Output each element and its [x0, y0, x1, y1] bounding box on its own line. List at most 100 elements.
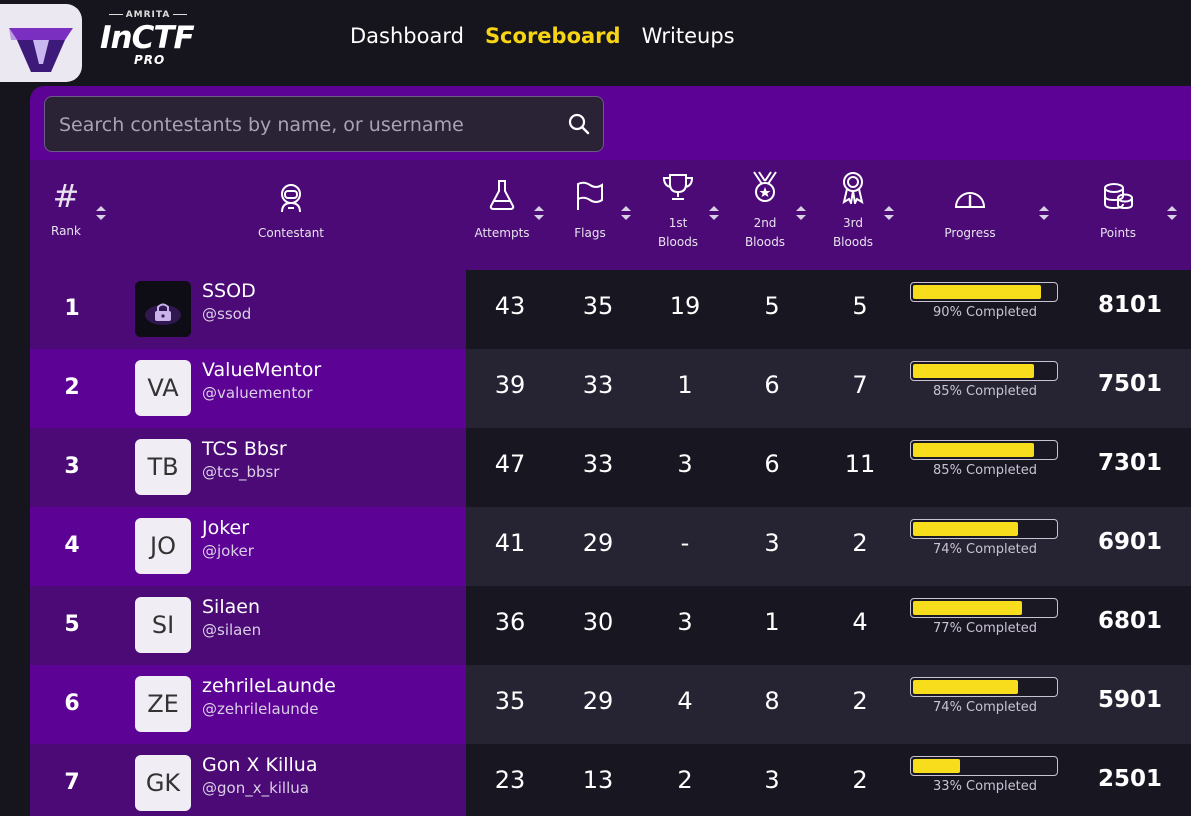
contestant-name[interactable]: Joker	[202, 517, 249, 539]
column-first-bloods-label1: 1st	[668, 216, 688, 230]
column-points-label: Points	[1099, 226, 1137, 240]
coins-icon	[1104, 183, 1133, 210]
column-second-bloods-label2: Bloods	[744, 235, 786, 249]
nav-scoreboard[interactable]: Scoreboard	[485, 24, 621, 48]
contestant-name[interactable]: Silaen	[202, 596, 260, 618]
table-header: # Rank Contestant Attempts Flags 1st Blo…	[30, 160, 1191, 270]
table-row[interactable]: 3 TB TCS Bbsr @tcs_bbsr 47 33 3 6 11 85% Complete…	[30, 428, 1191, 507]
scoreboard-panel: # Rank Contestant Attempts	[30, 86, 1191, 816]
third-value: 2	[852, 687, 868, 715]
third-value: 4	[852, 608, 868, 636]
column-first-bloods[interactable]: 1st Bloods	[648, 160, 708, 270]
rank-value: 2	[64, 375, 80, 400]
avatar[interactable]	[135, 281, 191, 337]
progress-bar-fill	[913, 522, 1018, 536]
flags-value: 33	[582, 371, 614, 399]
points-value: 6801	[1097, 608, 1162, 634]
contestant-name[interactable]: TCS Bbsr	[202, 438, 287, 460]
contestant-username: @gon_x_killua	[202, 779, 309, 797]
rank-hash-icon: #	[52, 177, 80, 215]
flags-value: 30	[582, 608, 614, 636]
progress-bar	[910, 756, 1058, 776]
sort-rank-icon[interactable]	[95, 204, 107, 222]
progress-bar	[910, 598, 1058, 618]
brand-pro: PRO	[134, 53, 166, 67]
avatar[interactable]: SI	[135, 597, 191, 653]
progress-text: 85% Completed	[933, 463, 1037, 478]
progress-text: 77% Completed	[933, 621, 1037, 636]
sort-flags-icon[interactable]	[620, 204, 632, 222]
contestant-username: @tcs_bbsr	[202, 463, 280, 481]
column-first-bloods-label2: Bloods	[657, 235, 699, 249]
table-row[interactable]: 2 VA ValueMentor @valuementor 39 33 1 6 7 85% Com…	[30, 349, 1191, 428]
flags-value: 13	[582, 766, 614, 794]
column-contestant: Contestant	[230, 160, 352, 270]
points-value: 8101	[1097, 292, 1162, 318]
top-bar: AMRITA InCTF PRO Dashboard Scoreboard Wr…	[0, 0, 1191, 82]
search-input[interactable]	[57, 97, 561, 153]
flags-value: 29	[582, 529, 614, 557]
flags-value: 33	[582, 450, 614, 478]
first-value: 19	[669, 292, 701, 320]
second-value: 3	[764, 766, 780, 794]
contestant-name[interactable]: Gon X Killua	[202, 754, 317, 776]
table-row[interactable]: 6 ZE zehrileLaunde @zehrilelaunde 35 29 4 8 2 74%…	[30, 665, 1191, 744]
rank-value: 7	[64, 770, 80, 795]
table-row[interactable]: 1 SSOD @ssod 43 35 19 5 5 90% Completed 8101	[30, 270, 1191, 349]
brand-amrita: AMRITA	[98, 10, 198, 20]
trophy-icon	[662, 174, 694, 200]
progress-bar	[910, 677, 1058, 697]
avatar[interactable]: VA	[135, 360, 191, 416]
column-rank[interactable]: # Rank	[44, 160, 88, 270]
brand-name: InCTF	[100, 20, 195, 56]
sort-third-bloods-icon[interactable]	[883, 204, 895, 222]
nav-writeups[interactable]: Writeups	[642, 24, 735, 48]
progress-bar-fill	[913, 285, 1041, 299]
progress-bar	[910, 440, 1058, 460]
avatar[interactable]: ZE	[135, 676, 191, 732]
app-logo[interactable]	[0, 4, 82, 82]
second-value: 3	[764, 529, 780, 557]
sort-progress-icon[interactable]	[1038, 204, 1050, 222]
first-value: 3	[677, 450, 693, 478]
column-progress-label: Progress	[944, 226, 996, 240]
attempts-value: 36	[494, 608, 526, 636]
search-icon[interactable]	[567, 112, 591, 140]
sort-points-icon[interactable]	[1166, 204, 1178, 222]
medal-icon	[753, 171, 777, 202]
rank-value: 1	[64, 296, 80, 321]
contestant-name[interactable]: SSOD	[202, 280, 256, 302]
third-value: 5	[852, 292, 868, 320]
column-contestant-label: Contestant	[257, 226, 325, 240]
table-row[interactable]: 7 GK Gon X Killua @gon_x_killua 23 13 2 3 2 33% C…	[30, 744, 1191, 816]
column-second-bloods[interactable]: 2nd Bloods	[735, 160, 795, 270]
sort-attempts-icon[interactable]	[533, 204, 545, 222]
rank-value: 5	[64, 612, 80, 637]
column-flags[interactable]: Flags	[560, 160, 620, 270]
contestant-username: @valuementor	[202, 384, 313, 402]
third-value: 2	[852, 529, 868, 557]
column-progress[interactable]: Progress	[925, 160, 1015, 270]
sort-second-bloods-icon[interactable]	[795, 204, 807, 222]
table-row[interactable]: 5 SI Silaen @silaen 36 30 3 1 4 77% Completed 6801	[30, 586, 1191, 665]
third-value: 7	[852, 371, 868, 399]
contestant-name[interactable]: ValueMentor	[202, 359, 321, 381]
flags-value: 29	[582, 687, 614, 715]
progress-bar-fill	[913, 759, 960, 773]
points-value: 7501	[1097, 371, 1162, 397]
astronaut-icon	[281, 184, 301, 213]
avatar[interactable]: TB	[135, 439, 191, 495]
points-value: 5901	[1097, 687, 1162, 713]
avatar[interactable]: GK	[135, 755, 191, 811]
sort-first-bloods-icon[interactable]	[708, 204, 720, 222]
flask-icon	[489, 180, 515, 210]
nav-dashboard[interactable]: Dashboard	[350, 24, 464, 48]
column-third-bloods[interactable]: 3rd Bloods	[823, 160, 883, 270]
table-row[interactable]: 4 JO Joker @joker 41 29 - 3 2 74% Completed 6901	[30, 507, 1191, 586]
column-points[interactable]: Points	[1088, 160, 1148, 270]
avatar[interactable]: JO	[135, 518, 191, 574]
contestant-name[interactable]: zehrileLaunde	[202, 675, 336, 697]
attempts-value: 41	[494, 529, 526, 557]
column-attempts[interactable]: Attempts	[470, 160, 534, 270]
progress-bar-fill	[913, 601, 1022, 615]
